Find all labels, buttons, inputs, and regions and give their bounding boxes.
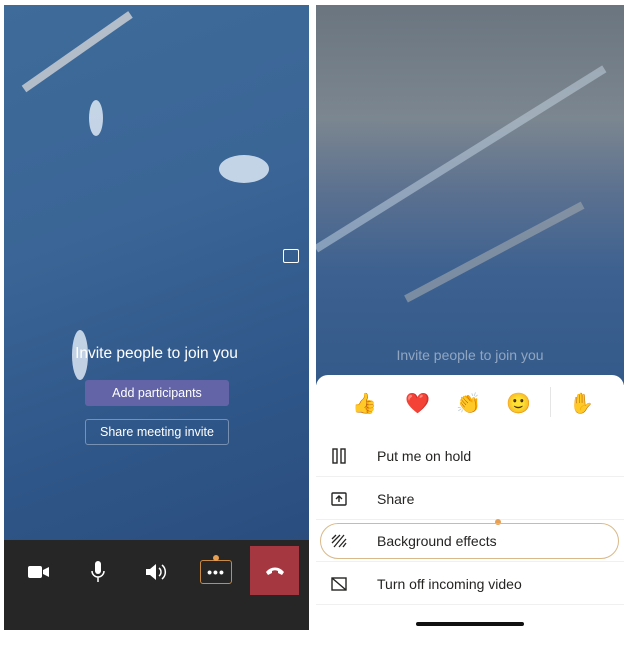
decor [21, 11, 133, 93]
speaker-icon [146, 564, 167, 580]
microphone-icon [91, 561, 105, 582]
menu-label: Share [377, 490, 415, 507]
home-indicator [416, 622, 524, 626]
raise-hand-button[interactable]: ✋ [569, 389, 594, 419]
divider [550, 387, 551, 417]
invite-text: Invite people to join you [396, 347, 544, 363]
menu-item-turn-off-video[interactable]: Turn off incoming video [316, 563, 624, 605]
meeting-screen-right: Invite people to join you 👍 ❤️ 👏 🙂 ✋ Put… [316, 5, 624, 630]
microphone-button[interactable] [78, 557, 118, 587]
like-reaction[interactable]: 👍 [352, 389, 377, 419]
menu-item-background-effects[interactable]: Background effects [316, 520, 624, 562]
decor [404, 201, 585, 303]
menu-label: Put me on hold [377, 447, 472, 464]
more-options-button[interactable]: ••• [200, 560, 232, 584]
share-screen-icon [331, 491, 347, 507]
invite-text: Invite people to join you [75, 345, 238, 362]
add-participants-button[interactable]: Add participants [85, 380, 229, 406]
menu-label: Background effects [377, 532, 497, 549]
decor [89, 100, 103, 136]
meeting-screen-left: Invite people to join you Add participan… [4, 5, 309, 630]
call-toolbar: ••• [4, 540, 309, 630]
laugh-reaction[interactable]: 🙂 [506, 389, 531, 419]
decor [219, 155, 269, 183]
more-icon: ••• [207, 564, 225, 580]
more-options-sheet: 👍 ❤️ 👏 🙂 ✋ Put me on hold Share Backgrou… [316, 375, 624, 630]
hang-up-button[interactable] [250, 546, 299, 595]
menu-label: Turn off incoming video [377, 575, 522, 592]
decor [316, 65, 607, 253]
video-off-icon [331, 576, 347, 592]
menu-item-hold[interactable]: Put me on hold [316, 435, 624, 477]
notification-dot [213, 555, 219, 561]
video-camera-button[interactable] [19, 557, 59, 587]
reactions-bar: 👍 ❤️ 👏 🙂 ✋ [316, 389, 624, 419]
video-camera-icon [28, 566, 49, 578]
heart-reaction[interactable]: ❤️ [405, 389, 430, 419]
video-feed: Invite people to join you [316, 5, 624, 385]
switch-camera-icon[interactable] [283, 249, 299, 263]
background-effects-icon [331, 533, 347, 549]
applause-reaction[interactable]: 👏 [456, 389, 481, 419]
share-meeting-invite-button[interactable]: Share meeting invite [85, 419, 229, 445]
speaker-button[interactable] [137, 557, 177, 587]
hang-up-icon [265, 567, 284, 575]
video-feed: Invite people to join you Add participan… [4, 5, 309, 540]
pause-icon [331, 447, 347, 464]
menu-item-share[interactable]: Share [316, 478, 624, 520]
